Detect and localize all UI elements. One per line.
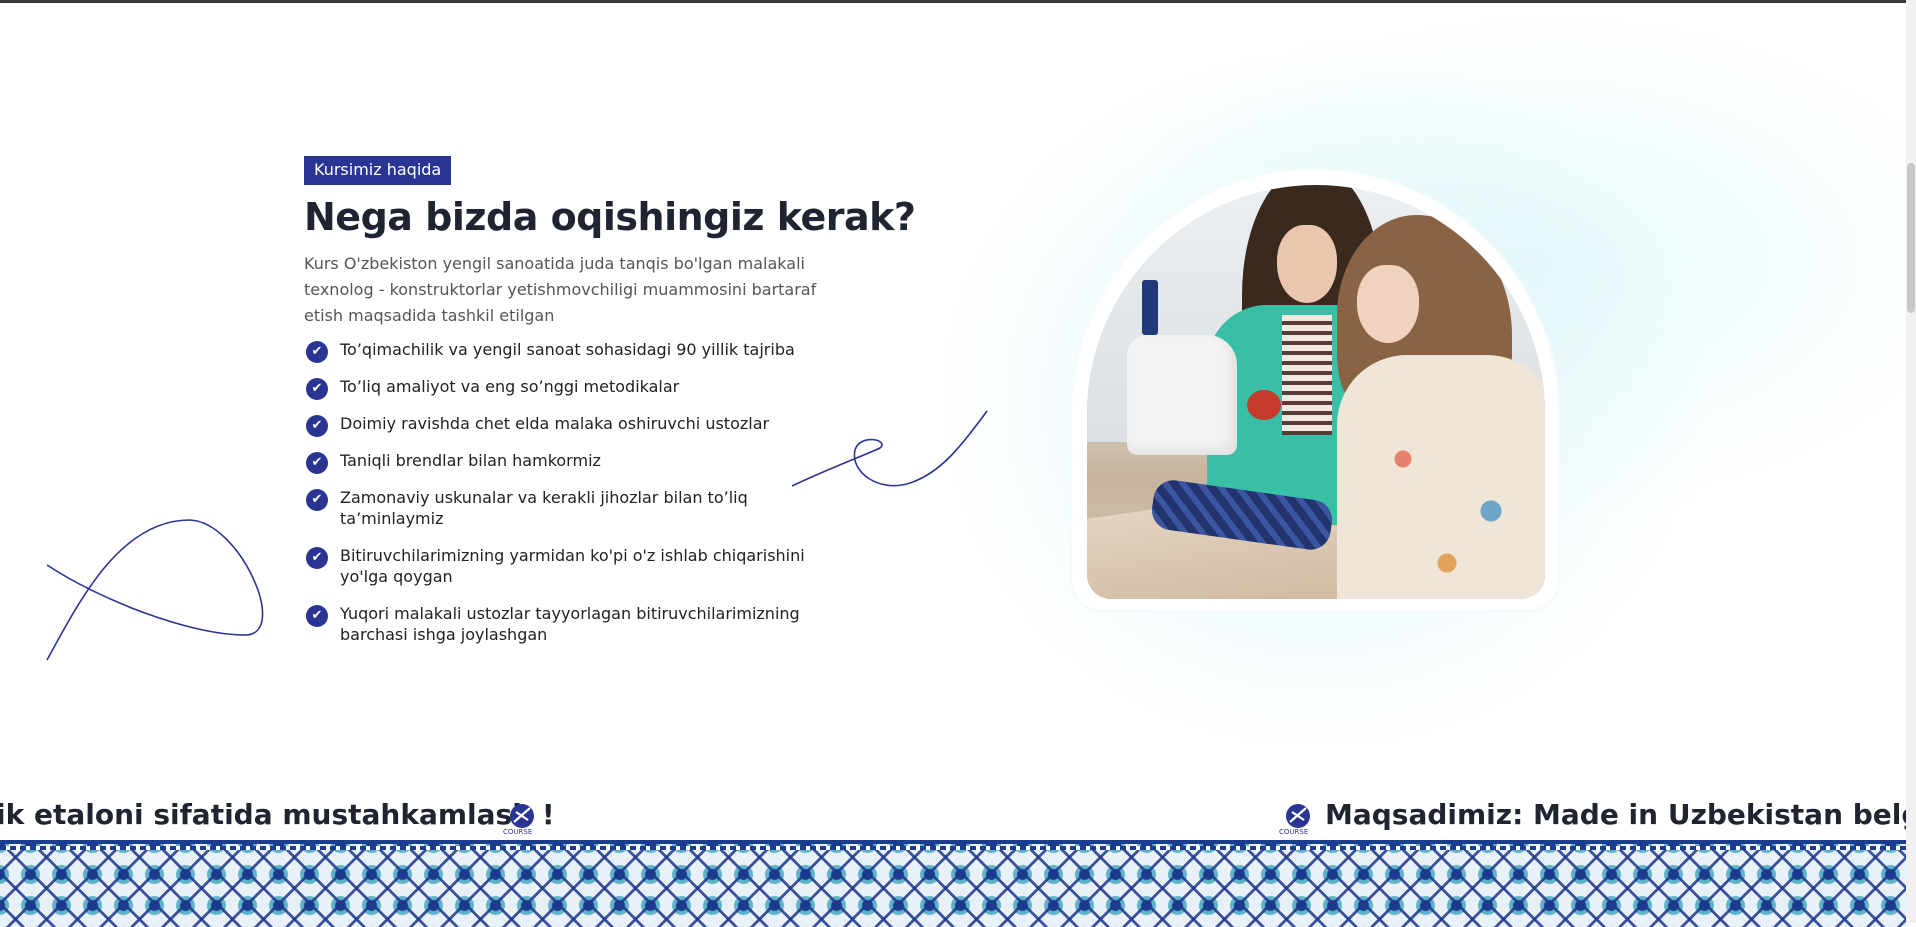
section-badge: Kursimiz haqida: [304, 156, 452, 185]
about-section: Kursimiz haqida Nega bizda oqishingiz ke…: [304, 156, 916, 661]
photo-sewing-machine: [1127, 335, 1237, 455]
decorative-squiggle-left: [46, 519, 264, 661]
feature-text: To’liq amaliyot va eng so’nggi metodikal…: [340, 377, 680, 396]
ornament-border: [0, 840, 1906, 927]
sewing-students-photo: [1087, 185, 1545, 599]
course-logo-icon: COURSE: [1279, 804, 1310, 836]
section-title: Nega bizda oqishingiz kerak?: [304, 195, 916, 239]
check-circle-icon: ✔: [306, 341, 328, 363]
feature-text: Yuqori malakali ustozlar tayyorlagan bit…: [340, 604, 800, 644]
feature-item: ✔ Zamonaviy uskunalar va kerakli jihozlar…: [304, 487, 840, 529]
check-circle-icon: ✔: [306, 415, 328, 437]
svg-text:COURSE: COURSE: [503, 828, 532, 836]
feature-text: Bitiruvchilarimizning yarmidan ko'pi o'z…: [340, 546, 805, 586]
feature-item: ✔ Doimiy ravishda chet elda malaka oshiru…: [304, 413, 840, 437]
feature-item: ✔ Taniqli brendlar bilan hamkormiz: [304, 450, 840, 474]
check-circle-icon: ✔: [306, 489, 328, 511]
feature-text: Zamonaviy uskunalar va kerakli jihozlar …: [340, 488, 748, 528]
photo-woman2-face: [1357, 265, 1419, 343]
photo-thread-spool: [1142, 280, 1158, 335]
photo-woman1-face: [1277, 225, 1337, 303]
photo-woman2-body: [1337, 355, 1545, 599]
photo-pincushion: [1247, 390, 1281, 420]
check-circle-icon: ✔: [306, 378, 328, 400]
marquee-text-right: Maqsadimiz: Made in Uzbekistan belgisin: [1325, 798, 1916, 831]
photo-woman1-shirt: [1282, 315, 1332, 435]
scrollbar-thumb[interactable]: [1907, 163, 1915, 313]
marquee-text-left: ik etaloni sifatida mustahkamlash !: [0, 798, 555, 831]
scrollbar-track[interactable]: [1906, 0, 1916, 923]
feature-item: ✔ Bitiruvchilarimizning yarmidan ko'pi o'…: [304, 545, 840, 587]
check-circle-icon: ✔: [306, 452, 328, 474]
course-logo-icon: COURSE: [503, 804, 534, 836]
check-circle-icon: ✔: [306, 605, 328, 627]
check-circle-icon: ✔: [306, 547, 328, 569]
feature-item: ✔ To’qimachilik va yengil sanoat sohasida…: [304, 339, 840, 363]
feature-item: ✔ Yuqori malakali ustozlar tayyorlagan bi…: [304, 603, 840, 645]
feature-text: To’qimachilik va yengil sanoat sohasidag…: [340, 340, 795, 359]
feature-text: Taniqli brendlar bilan hamkormiz: [340, 451, 601, 470]
svg-text:COURSE: COURSE: [1279, 828, 1308, 836]
feature-text: Doimiy ravishda chet elda malaka oshiruv…: [340, 414, 770, 433]
ornament-stripe: [0, 846, 1906, 850]
section-description: Kurs O'zbekiston yengil sanoatida juda t…: [304, 254, 817, 325]
feature-item: ✔ To’liq amaliyot va eng so’nggi metodika…: [304, 376, 840, 400]
marquee-banner: ik etaloni sifatida mustahkamlash ! COUR…: [0, 795, 1916, 836]
features-list: ✔ To’qimachilik va yengil sanoat sohasida…: [304, 339, 864, 645]
